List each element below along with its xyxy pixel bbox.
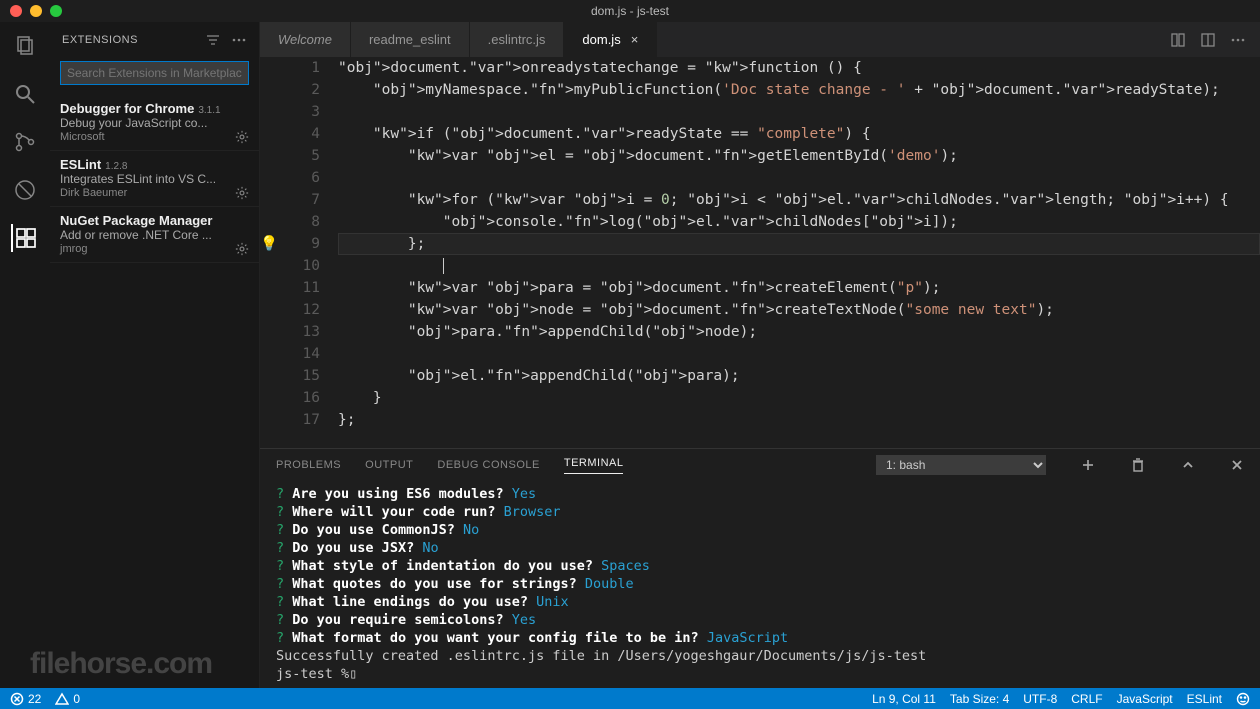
maximize-panel-icon[interactable] [1180, 457, 1196, 473]
explorer-icon[interactable] [11, 32, 39, 60]
window-controls [0, 5, 62, 17]
status-eol[interactable]: CRLF [1071, 692, 1102, 706]
window-title: dom.js - js-test [591, 4, 669, 18]
search-icon[interactable] [11, 80, 39, 108]
extension-item[interactable]: ESLint1.2.8Integrates ESLint into VS C..… [50, 151, 259, 207]
status-tab-size[interactable]: Tab Size: 4 [950, 692, 1009, 706]
status-bar: 22 0 Ln 9, Col 11 Tab Size: 4 UTF-8 CRLF… [0, 688, 1260, 709]
panel-tab-output[interactable]: OUTPUT [365, 459, 413, 471]
kill-terminal-icon[interactable] [1130, 457, 1146, 473]
source-control-icon[interactable] [11, 128, 39, 156]
minimize-window-button[interactable] [30, 5, 42, 17]
extension-desc: Integrates ESLint into VS C... [60, 172, 249, 186]
extension-item[interactable]: Debugger for Chrome3.1.1Debug your JavaS… [50, 95, 259, 151]
editor-tab[interactable]: dom.js × [564, 22, 657, 57]
extension-author: Microsoft [60, 131, 105, 143]
editor-tabs: Welcome readme_eslint .eslintrc.js dom.js × [260, 22, 1260, 57]
gear-icon[interactable] [235, 186, 249, 200]
bottom-panel: PROBLEMS OUTPUT DEBUG CONSOLE TERMINAL 1… [260, 448, 1260, 688]
close-window-button[interactable] [10, 5, 22, 17]
titlebar: dom.js - js-test [0, 0, 1260, 22]
editor-more-icon[interactable] [1230, 32, 1246, 48]
extension-version: 1.2.8 [105, 161, 127, 172]
feedback-icon[interactable] [1236, 692, 1250, 706]
panel-tab-terminal[interactable]: TERMINAL [564, 457, 624, 474]
panel-tab-debug-console[interactable]: DEBUG CONSOLE [437, 459, 539, 471]
status-errors[interactable]: 22 [10, 692, 41, 706]
sidebar-header: EXTENSIONS [50, 22, 259, 57]
editor-area: Welcomereadme_eslint.eslintrc.jsdom.js× … [260, 22, 1260, 688]
extension-name: Debugger for Chrome3.1.1 [60, 101, 249, 116]
extensions-sidebar: EXTENSIONS Debugger for Chrome3.1.1Debug… [50, 22, 260, 688]
extension-desc: Debug your JavaScript co... [60, 116, 249, 130]
error-count: 22 [28, 692, 41, 706]
editor-tab[interactable]: Welcome [260, 22, 351, 57]
extension-item[interactable]: NuGet Package ManagerAdd or remove .NET … [50, 207, 259, 263]
extension-author: jmrog [60, 243, 88, 255]
extensions-icon[interactable] [11, 224, 39, 252]
more-icon[interactable] [231, 32, 247, 48]
tab-label: .eslintrc.js [488, 32, 546, 47]
status-encoding[interactable]: UTF-8 [1023, 692, 1057, 706]
debug-icon[interactable] [11, 176, 39, 204]
sidebar-title: EXTENSIONS [62, 34, 138, 46]
status-cursor[interactable]: Ln 9, Col 11 [872, 692, 936, 706]
terminal-selector[interactable]: 1: bash [876, 455, 1046, 475]
code-editor[interactable]: 💡 1234567891011121314151617 "obj">docume… [260, 57, 1260, 448]
status-linter[interactable]: ESLint [1187, 692, 1222, 706]
filter-icon[interactable] [205, 32, 221, 48]
compare-icon[interactable] [1170, 32, 1186, 48]
editor-tab[interactable]: .eslintrc.js [470, 22, 565, 57]
status-language[interactable]: JavaScript [1117, 692, 1173, 706]
tab-label: dom.js [582, 32, 620, 47]
extension-author: Dirk Baeumer [60, 187, 127, 199]
tab-label: Welcome [278, 32, 332, 47]
terminal-output[interactable]: ? Are you using ES6 modules? Yes ? Where… [260, 481, 1260, 688]
status-warnings[interactable]: 0 [55, 692, 80, 706]
panel-tab-problems[interactable]: PROBLEMS [276, 459, 341, 471]
tab-label: readme_eslint [369, 32, 451, 47]
editor-tab[interactable]: readme_eslint [351, 22, 470, 57]
gear-icon[interactable] [235, 130, 249, 144]
extension-version: 3.1.1 [198, 105, 220, 116]
split-editor-icon[interactable] [1200, 32, 1216, 48]
extensions-search-input[interactable] [60, 61, 249, 85]
extension-name: ESLint1.2.8 [60, 157, 249, 172]
extension-desc: Add or remove .NET Core ... [60, 228, 249, 242]
activity-bar [0, 22, 50, 688]
gear-icon[interactable] [235, 242, 249, 256]
maximize-window-button[interactable] [50, 5, 62, 17]
new-terminal-icon[interactable] [1080, 457, 1096, 473]
extension-name: NuGet Package Manager [60, 213, 249, 228]
close-tab-icon[interactable]: × [631, 32, 639, 47]
warning-count: 0 [73, 692, 80, 706]
close-panel-icon[interactable] [1230, 458, 1244, 472]
